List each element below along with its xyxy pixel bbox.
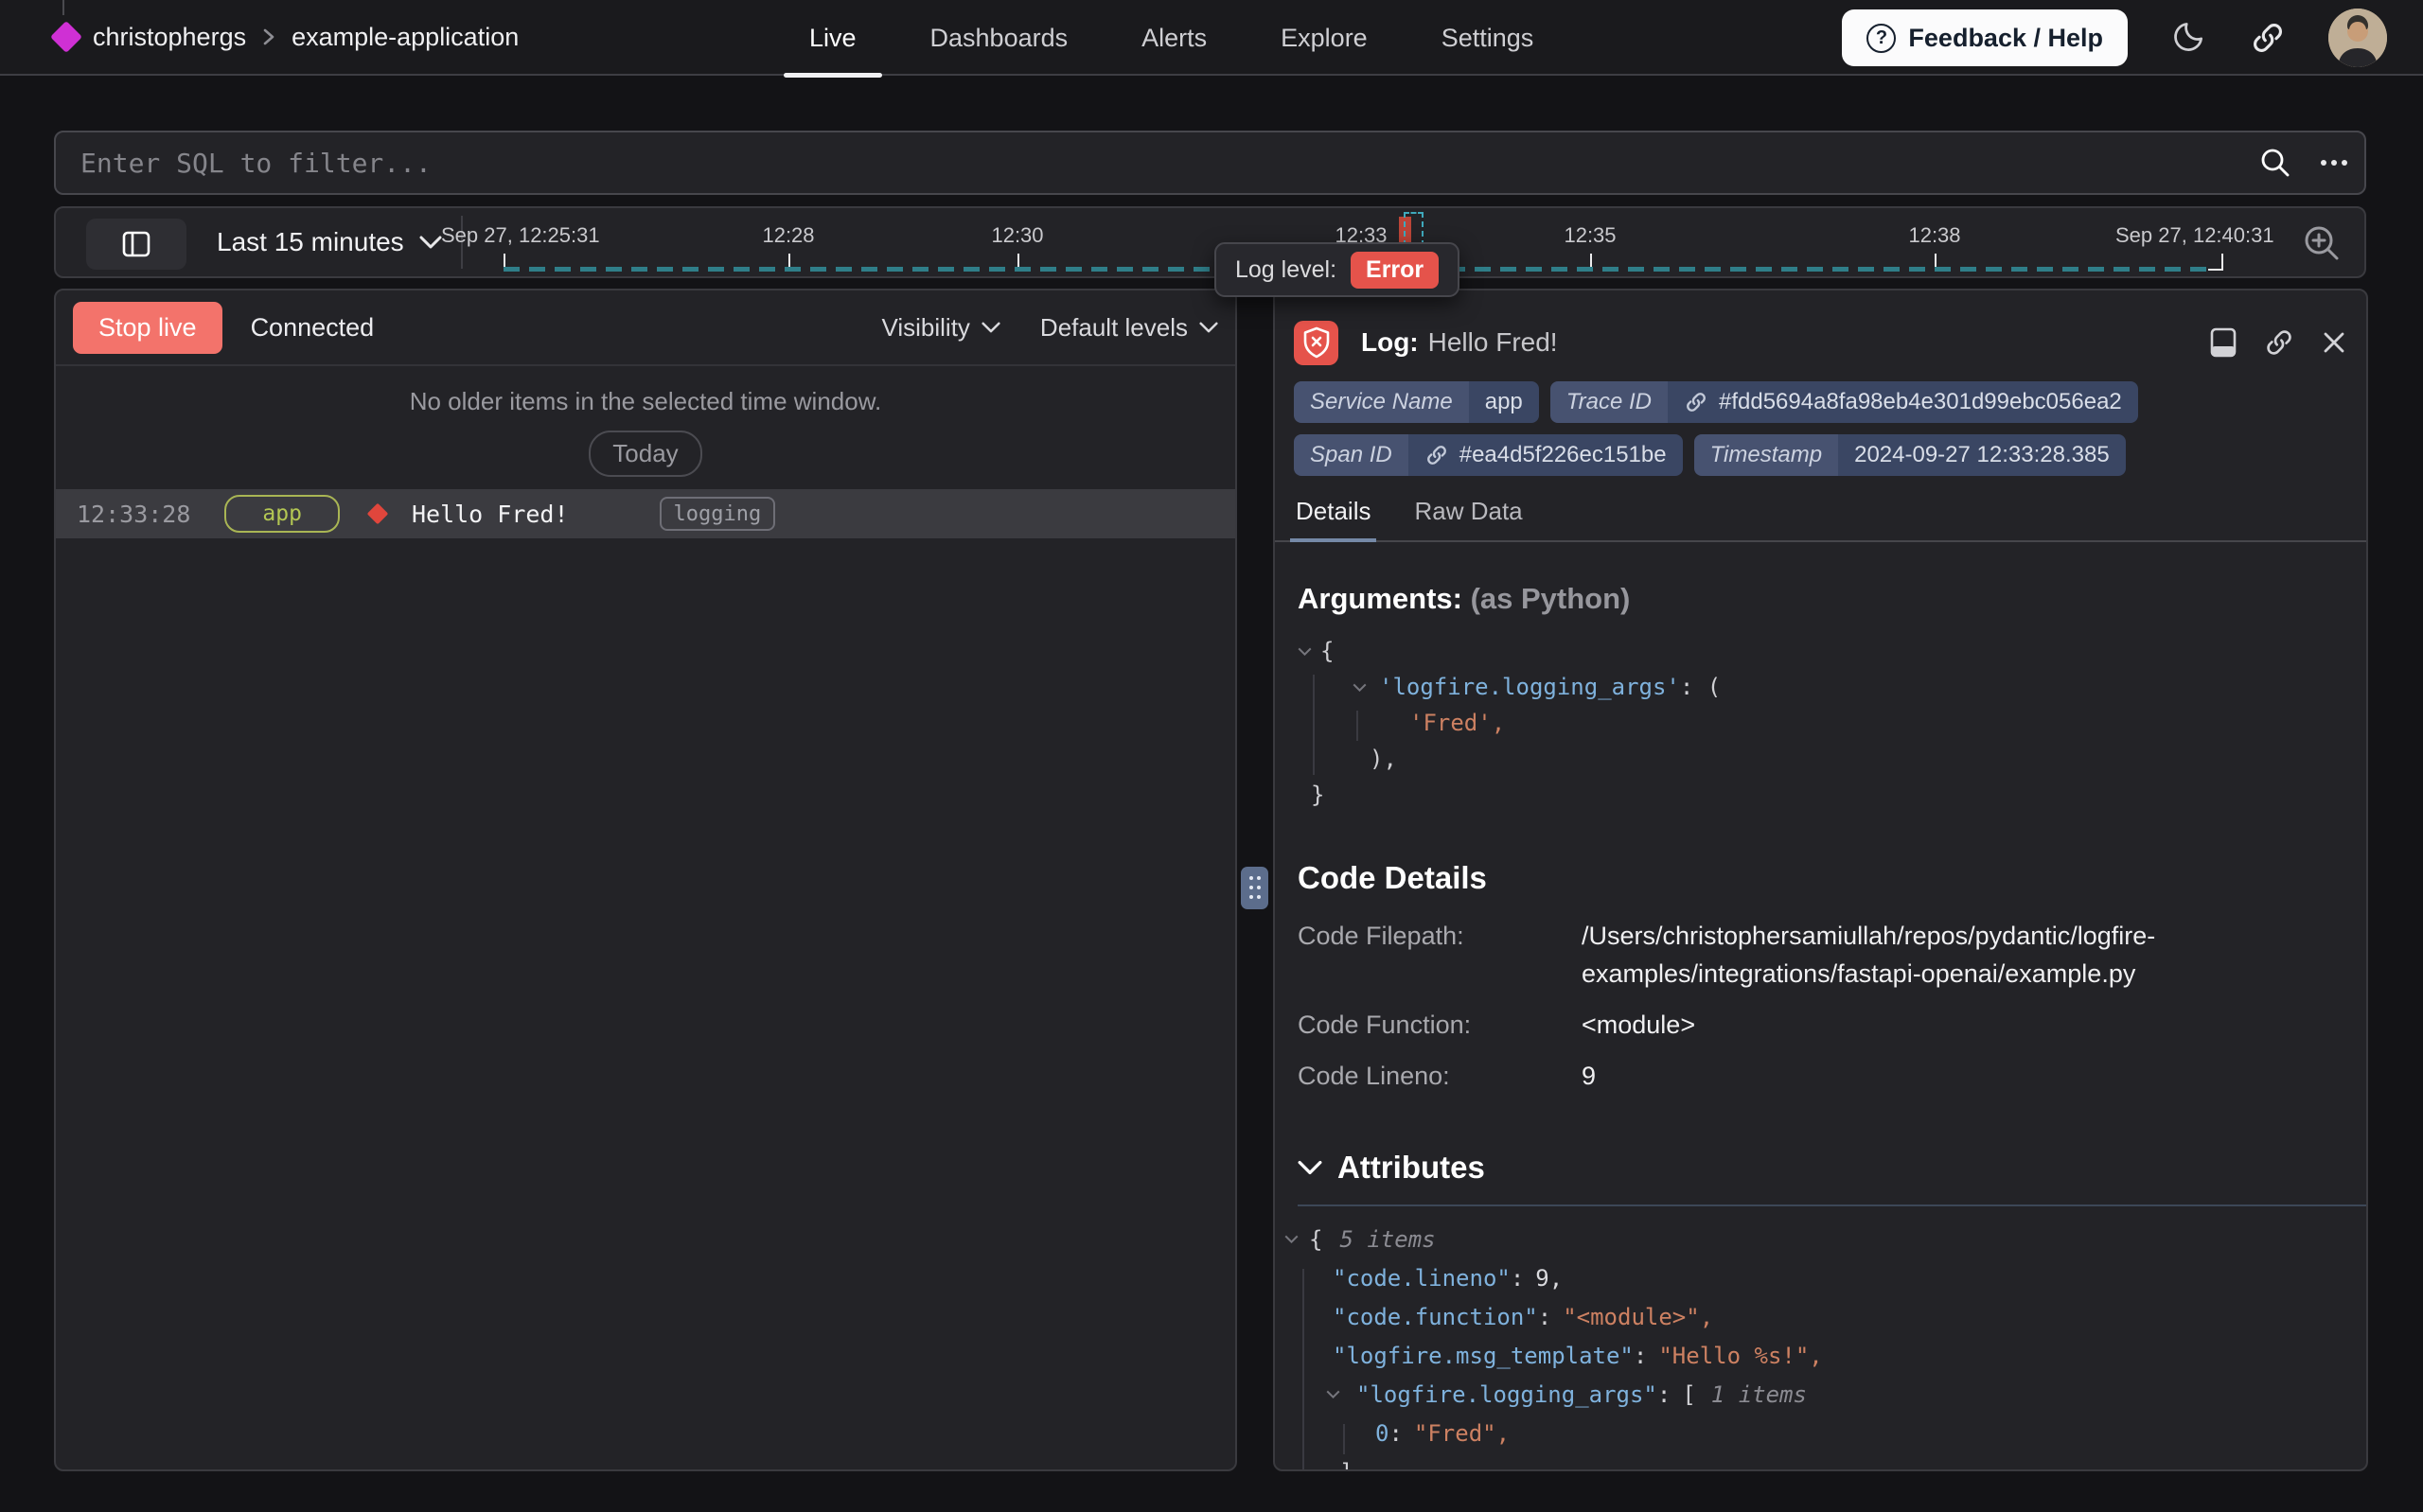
service-badge[interactable]: app [224,495,340,533]
collapse-chevron-icon[interactable] [1298,647,1312,656]
code-function-row: Code Function: <module> [1298,1006,2343,1044]
code-details-heading: Code Details [1298,860,2343,896]
timeline-tick-label: 12:30 [991,223,1043,248]
collapse-chevron-icon[interactable] [1353,683,1367,692]
more-options-icon[interactable] [2321,160,2326,166]
log-row[interactable]: 12:33:28 app Hello Fred! logging [56,489,1235,538]
arguments-code-block: { 'logfire.logging_args': ( 'Fred', ), } [1298,633,2343,813]
collapse-chevron-icon[interactable] [1326,1390,1340,1398]
connection-status: Connected [251,313,375,343]
dark-mode-moon-icon[interactable] [2169,19,2207,57]
tab-settings[interactable]: Settings [1416,0,1560,76]
timeline-tick-label: 12:28 [762,223,814,248]
log-message: Hello Fred! [412,501,569,528]
link-icon [1684,390,1708,414]
service-name-badge[interactable]: Service Name app [1294,381,1539,423]
timeline-end-tick [2208,254,2223,271]
error-level-badge: Error [1351,252,1439,289]
breadcrumb-org[interactable]: christophergs [93,23,246,52]
section-chevron-icon [1298,1160,1322,1175]
attributes-heading[interactable]: Attributes [1298,1150,2343,1186]
copy-link-icon[interactable] [2263,326,2295,359]
logging-tag-badge[interactable]: logging [660,497,776,531]
default-levels-dropdown[interactable]: Default levels [1040,313,1218,343]
chevron-down-icon [982,322,1000,333]
tab-details[interactable]: Details [1296,497,1371,540]
breadcrumb-project[interactable]: example-application [292,23,519,52]
user-avatar[interactable] [2328,9,2387,67]
arguments-heading: Arguments: (as Python) [1298,582,2343,616]
nav-tabs: Live Dashboards Alerts Explore Settings [784,0,1559,76]
logfire-logo-icon[interactable] [50,21,82,53]
search-icon[interactable] [2258,146,2292,180]
empty-state: No older items in the selected time wind… [56,366,1235,477]
log-level-tooltip: Log level: Error [1214,242,1459,297]
chevron-down-icon [1199,322,1218,333]
metadata-badges: Service Name app Trace ID #fdd5694a8fa98… [1275,381,2366,476]
logo-pin-line [62,0,64,15]
timeline-tick-label: 12:38 [1908,223,1960,248]
error-shield-icon [1294,321,1338,365]
grip-dots-icon [1249,876,1253,880]
live-panel-header: Stop live Connected Visibility Default l… [56,290,1235,366]
breadcrumb-separator-icon [261,26,276,48]
error-diamond-icon [367,503,389,525]
share-link-icon[interactable] [2249,19,2287,57]
today-button[interactable]: Today [589,431,701,477]
breadcrumb: christophergs example-application [0,23,519,52]
code-lineno-row: Code Lineno: 9 [1298,1057,2343,1095]
span-id-badge[interactable]: Span ID #ea4d5f226ec151be [1294,434,1683,476]
visibility-dropdown[interactable]: Visibility [881,313,999,343]
split-view-icon[interactable] [2209,326,2237,359]
time-range-panel: Last 15 minutes Sep 27, 12:25:31 12:28 1… [54,206,2366,278]
detail-title: Hello Fred! [1428,327,1558,358]
tab-explore[interactable]: Explore [1255,0,1393,76]
panel-resize-handle[interactable] [1241,867,1268,909]
log-timestamp: 12:33:28 [77,501,190,528]
nav-right-actions: ? Feedback / Help [1842,0,2387,76]
close-icon[interactable] [2321,329,2347,356]
trace-id-badge[interactable]: Trace ID #fdd5694a8fa98eb4e301d99ebc056e… [1550,381,2138,423]
detail-header: Log: Hello Fred! [1275,306,2366,379]
feedback-help-button[interactable]: ? Feedback / Help [1842,9,2128,66]
attributes-divider [1298,1204,2366,1206]
tab-live[interactable]: Live [784,0,882,76]
link-icon [1424,443,1449,467]
timestamp-badge[interactable]: Timestamp 2024-09-27 12:33:28.385 [1694,434,2126,476]
timeline-tick-label: 12:35 [1564,223,1616,248]
tab-raw-data[interactable]: Raw Data [1414,497,1522,540]
empty-message: No older items in the selected time wind… [56,387,1235,416]
detail-tabs: Details Raw Data [1275,497,2366,542]
tab-dashboards[interactable]: Dashboards [905,0,1094,76]
live-logs-panel: Stop live Connected Visibility Default l… [54,289,1237,1471]
code-filepath-row: Code Filepath: /Users/christophersamiull… [1298,917,2343,993]
sql-filter-bar [54,131,2366,195]
log-detail-panel: Log: Hello Fred! [1273,289,2368,1471]
detail-title-prefix: Log: [1361,327,1419,358]
sql-filter-input[interactable] [80,148,2258,179]
timeline-tick-label: Sep 27, 12:25:31 [441,223,600,248]
tab-alerts[interactable]: Alerts [1116,0,1232,76]
top-nav: christophergs example-application Live D… [0,0,2423,76]
help-icon: ? [1866,24,1896,53]
stop-live-button[interactable]: Stop live [73,302,222,354]
attributes-json-block: { 5 items "code.lineno": 9, "code.functi… [1298,1220,2343,1471]
zoom-in-icon[interactable] [2300,221,2343,265]
timeline-tick-label: Sep 27, 12:40:31 [2115,223,2274,248]
collapse-chevron-icon[interactable] [1284,1235,1299,1243]
tooltip-label: Log level: [1235,256,1336,284]
timeline[interactable]: Sep 27, 12:25:31 12:28 12:30 12:33 12:35… [56,208,2364,276]
